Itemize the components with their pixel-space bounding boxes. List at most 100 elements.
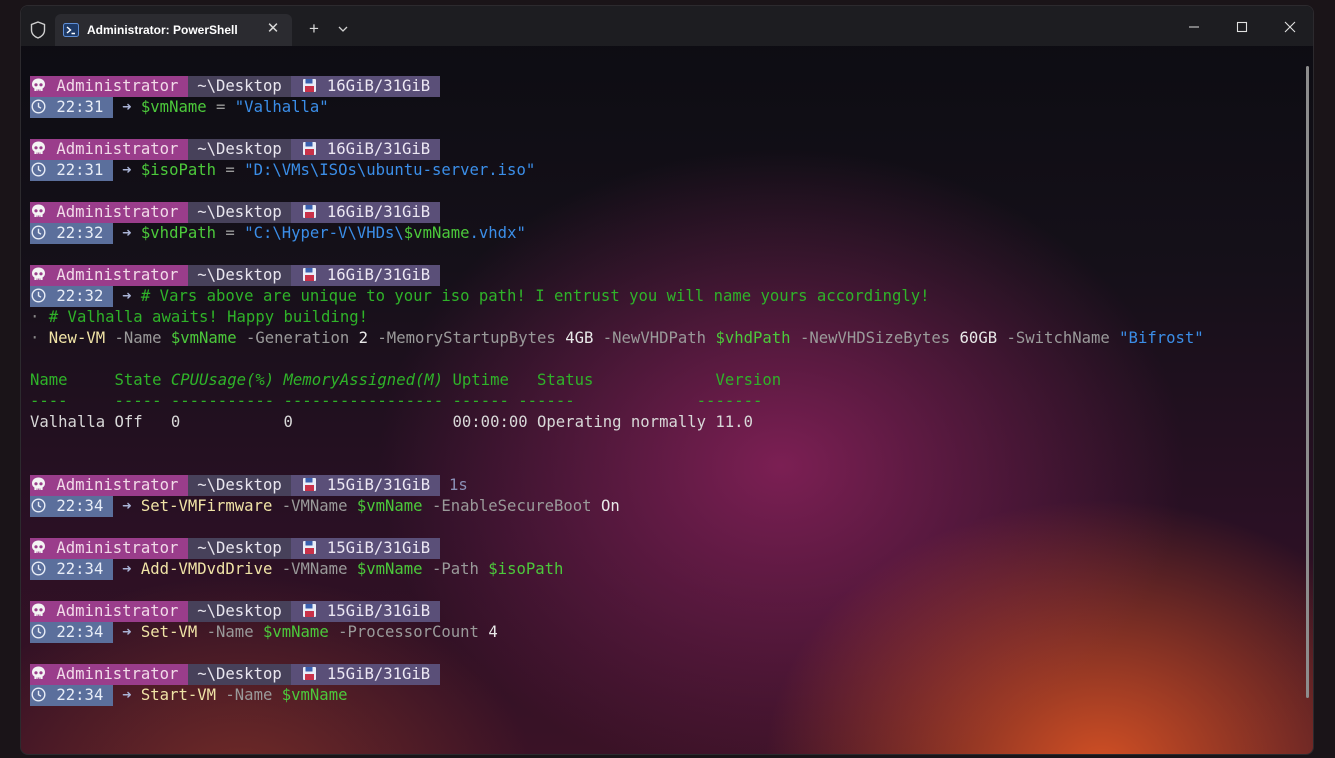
close-window-button[interactable] [1267,12,1313,42]
cmd-param: -Generation [245,329,350,347]
cmd-param: -ProcessorCount [338,623,479,641]
command-line: 22:32 ➜ $vhdPath = "C:\Hyper-V\VHDs\$vmN… [30,223,1300,244]
cmd-comment: # Valhalla awaits! Happy building! [48,308,368,326]
prompt-mem: 15GiB/31GiB [326,602,431,620]
command-line: 22:34 ➜ Add-VMDvdDrive -VMName $vmName -… [30,559,1300,580]
prompt-time-segment: 22:31 [30,160,113,181]
prompt-mem-segment: 15GiB/31GiB [291,664,440,685]
minimize-button[interactable] [1171,12,1217,42]
maximize-button[interactable] [1219,12,1265,42]
prompt-mem-segment: 16GiB/31GiB [291,139,440,160]
cmd-value: 2 [358,329,369,347]
prompt-dir-segment: ~\Desktop [187,265,292,286]
clock-icon [31,99,46,114]
vm-table-header: Name State CPUUsage(%) MemoryAssigned(M)… [30,370,1300,391]
prompt-user-segment: Administrator [30,202,188,223]
table-cell: 00:00:00 [452,413,528,431]
prompt-mem: 15GiB/31GiB [326,476,431,494]
prompt-user: Administrator [56,203,179,221]
prompt-dir-segment: ~\Desktop [187,202,292,223]
clock-icon [31,498,46,513]
prompt-line: Administrator ~\Desktop 15GiB/31GiB [30,601,1300,622]
command-line: 22:34 ➜ Set-VMFirmware -VMName $vmName -… [30,496,1300,517]
prompt-line: Administrator ~\Desktop 15GiB/31GiB [30,538,1300,559]
prompt-dir-segment: ~\Desktop [187,664,292,685]
prompt-line: Administrator ~\Desktop 16GiB/31GiB [30,76,1300,97]
table-cell: Valhalla [30,413,106,431]
prompt-user: Administrator [56,602,179,620]
cmd-string: "D:\VMs\ISOs\ubuntu-server.iso" [244,161,536,179]
clock-icon [31,561,46,576]
chevron-down-icon[interactable] [333,19,353,39]
floppy-disk-icon [302,478,316,491]
tab-powershell[interactable]: Administrator: PowerShell ✕ [55,14,292,46]
continuation-dot: · [30,329,40,347]
prompt-user: Administrator [56,665,179,683]
prompt-time: 22:34 [56,497,104,515]
table-cell: 0 [170,413,181,431]
cmd-variable: $vmName [262,623,329,641]
skull-icon [32,603,45,616]
floppy-disk-icon [302,79,316,92]
cmd-variable: $vhdPath [140,224,217,242]
cmd-string: "C:\Hyper-V\VHDs\ [244,224,404,242]
cmd-string: "Bifrost" [1119,329,1204,347]
cmd-name: Start-VM [140,686,217,704]
floppy-disk-icon [302,604,316,617]
cmd-variable: $vmName [170,329,237,347]
cmd-param: -NewVHDSizeBytes [799,329,951,347]
prompt-mem-segment: 15GiB/31GiB [291,538,440,559]
table-cell: Operating normally [537,413,707,431]
prompt-dir: ~\Desktop [197,140,282,158]
table-header: MemoryAssigned(M) [283,371,444,389]
cmd-variable: $isoPath [488,560,564,578]
floppy-disk-icon [302,205,316,218]
prompt-time-segment: 22:34 [30,622,113,643]
table-header: Uptime [452,371,509,389]
terminal-output[interactable]: Administrator ~\Desktop 16GiB/31GiB 22:3… [30,76,1300,746]
cmd-string: "Valhalla" [234,98,329,116]
table-header: Name [30,371,68,389]
prompt-dir-segment: ~\Desktop [187,538,292,559]
cmd-param: -MemoryStartupBytes [377,329,556,347]
command-line: 22:31 ➜ $isoPath = "D:\VMs\ISOs\ubuntu-s… [30,160,1300,181]
floppy-disk-icon [302,268,316,281]
prompt-time: 22:32 [56,287,104,305]
table-cell: 11.0 [715,413,753,431]
clock-icon [31,687,46,702]
prompt-user-segment: Administrator [30,664,188,685]
prompt-arrow: ➜ [122,686,132,704]
cmd-operator: = [225,161,235,179]
cmd-variable: $vmName [281,686,348,704]
cmd-name: Add-VMDvdDrive [140,560,273,578]
vm-table-separator: ---- ----- ----------- -----------------… [30,391,1300,412]
table-header: Version [715,371,782,389]
prompt-user: Administrator [56,77,179,95]
prompt-mem: 15GiB/31GiB [326,665,431,683]
prompt-mem: 16GiB/31GiB [326,140,431,158]
cmd-param: -Path [431,560,479,578]
vertical-scrollbar[interactable] [1306,66,1309,698]
cmd-value: On [600,497,620,515]
close-tab-button[interactable]: ✕ [263,19,283,39]
prompt-mem: 16GiB/31GiB [326,266,431,284]
prompt-mem-segment: 16GiB/31GiB [291,265,440,286]
floppy-disk-icon [302,142,316,155]
shield-icon [30,21,46,39]
prompt-dir: ~\Desktop [197,665,282,683]
new-tab-button[interactable]: + [304,19,324,39]
prompt-time: 22:34 [56,686,104,704]
cmd-value: 4 [488,623,498,641]
command-line: 22:32 ➜ # Vars above are unique to your … [30,286,1300,307]
cmd-comment: # Vars above are unique to your iso path… [140,287,930,305]
prompt-dir-segment: ~\Desktop [187,601,292,622]
prompt-time: 22:34 [56,623,104,641]
clock-icon [31,225,46,240]
prompt-dir-segment: ~\Desktop [187,475,292,496]
prompt-mem: 15GiB/31GiB [326,539,431,557]
continuation-line: · New-VM -Name $vmName -Generation 2 -Me… [30,328,1300,349]
